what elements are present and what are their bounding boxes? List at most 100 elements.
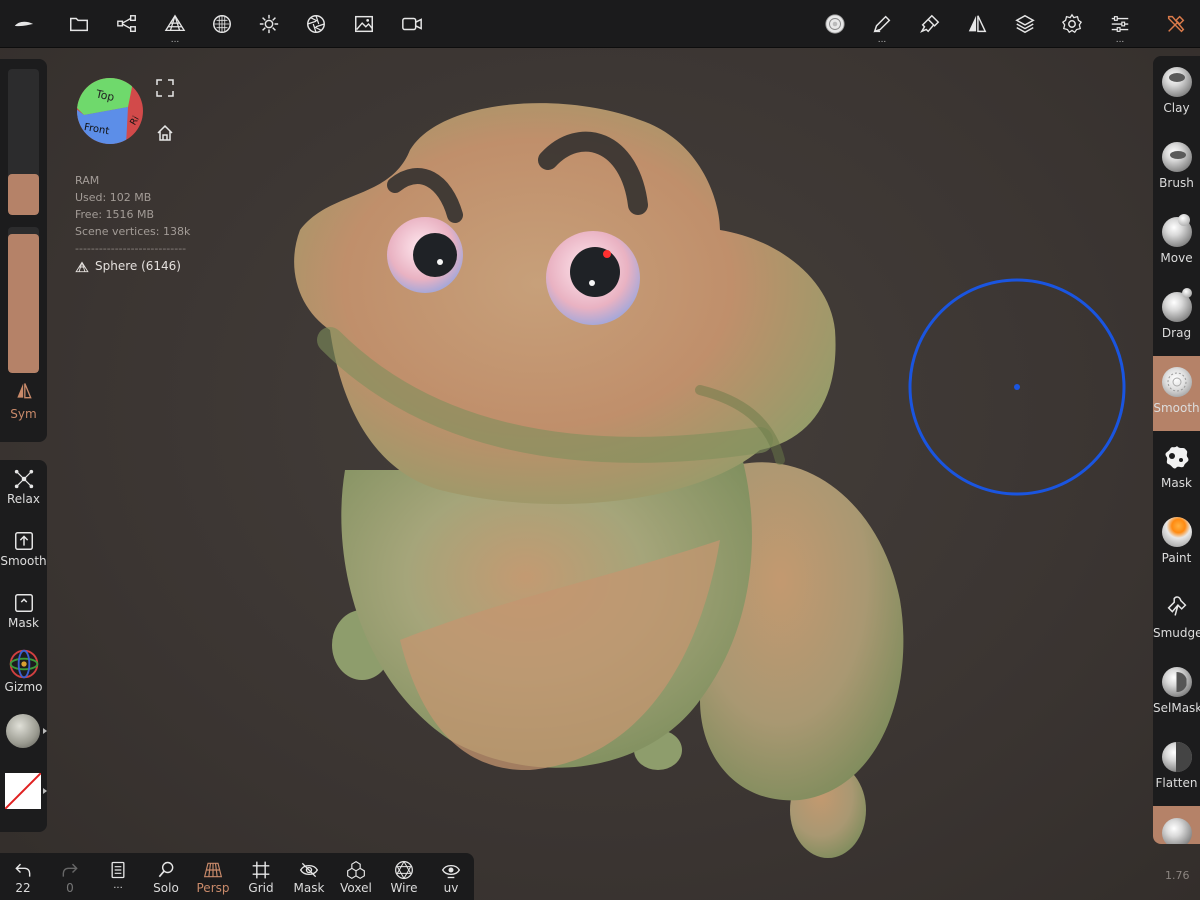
viewport-3d[interactable] [0, 0, 1200, 900]
interface-icon[interactable]: ... [1100, 0, 1140, 47]
solo-label: Solo [153, 881, 179, 895]
lighting-icon[interactable] [249, 0, 289, 47]
wire-button[interactable]: Wire [381, 853, 427, 900]
scene-icon[interactable] [107, 0, 147, 47]
drag-icon [1161, 288, 1192, 322]
voxel-label: Voxel [340, 881, 372, 895]
history-icon [111, 861, 125, 879]
tool-smooth[interactable]: Smooth [1153, 356, 1200, 431]
tool-move[interactable]: Move [1153, 206, 1200, 281]
tool-label: Brush [1159, 176, 1194, 190]
flatten-icon [1161, 742, 1192, 772]
background-icon[interactable] [344, 0, 384, 47]
grid-label: Grid [248, 881, 274, 895]
brush-icon [1161, 142, 1192, 172]
smooth-button[interactable]: Smooth [0, 522, 47, 580]
tool-label: Clay [1163, 101, 1190, 115]
more-dots: ... [170, 35, 180, 45]
quick-tools-panel: Relax Smooth Mask Gizmo [0, 460, 47, 832]
voxel-icon [347, 860, 365, 880]
grid-button[interactable]: Grid [238, 853, 284, 900]
gizmo-button[interactable]: Gizmo [0, 646, 47, 704]
grid-icon [252, 861, 270, 879]
current-tool-icon[interactable] [815, 0, 855, 47]
history-button[interactable]: ... [95, 853, 141, 900]
logo-icon[interactable] [4, 0, 44, 47]
more-dots: ... [113, 880, 123, 891]
mask-visibility-icon [299, 862, 319, 878]
layers-icon[interactable] [1005, 0, 1045, 47]
tool-label: Mask [1161, 476, 1192, 490]
tool-drag[interactable]: Drag [1153, 281, 1200, 356]
tools-icon[interactable] [1156, 0, 1196, 47]
tool-smudge[interactable]: Smudge [1153, 581, 1200, 656]
persp-button[interactable]: Persp [190, 853, 236, 900]
gizmo-label: Gizmo [4, 680, 43, 694]
symmetry-toggle[interactable]: Sym [0, 381, 47, 421]
sym-label: Sym [10, 407, 37, 421]
redo-icon [62, 863, 78, 877]
tool-label: Move [1160, 251, 1193, 265]
mask-visibility-button[interactable]: Mask [286, 853, 332, 900]
topology-icon[interactable]: ... [155, 0, 195, 47]
fullscreen-icon[interactable] [156, 79, 174, 97]
smooth-brush-icon [1161, 367, 1192, 397]
more-tool-icon [1161, 818, 1192, 844]
sculpt-tools-panel: Clay Brush Move Drag Smooth Mask Paint S… [1153, 56, 1200, 844]
tool-brush[interactable]: Brush [1153, 131, 1200, 206]
smooth-label: Smooth [0, 554, 47, 568]
settings-icon[interactable] [1052, 0, 1092, 47]
paint-icon [1161, 517, 1192, 547]
scene-vertices: Scene vertices: 138k [75, 225, 191, 238]
intensity-slider[interactable] [8, 227, 39, 373]
mask-icon [14, 594, 33, 612]
solo-icon [158, 861, 174, 878]
mask-button[interactable]: Mask [0, 584, 47, 642]
relax-button[interactable]: Relax [0, 460, 47, 518]
ram-used: Used: 102 MB [75, 191, 152, 204]
persp-icon [203, 862, 223, 878]
tool-more[interactable] [1153, 806, 1200, 844]
radius-slider-fill [8, 174, 39, 215]
material-icon[interactable] [202, 0, 242, 47]
tool-label: Flatten [1155, 776, 1198, 790]
smooth-icon [14, 532, 33, 550]
tool-paint[interactable]: Paint [1153, 506, 1200, 581]
view-cube[interactable]: Top Front Ri [76, 77, 144, 145]
wire-label: Wire [390, 881, 418, 895]
files-icon[interactable] [59, 0, 99, 47]
no-color-icon [5, 773, 41, 809]
tool-selmask[interactable]: SelMask [1153, 656, 1200, 731]
tool-label: Drag [1161, 326, 1192, 340]
uv-button[interactable]: uv [428, 853, 474, 900]
sculpt-model[interactable] [0, 0, 1200, 900]
undo-button[interactable]: 22 [0, 853, 46, 900]
voxel-button[interactable]: Voxel [333, 853, 379, 900]
symmetry-small-icon [16, 383, 32, 399]
relax-icon [14, 469, 33, 489]
info-separator: ---------------------------- [75, 242, 187, 255]
mask-splat-icon [1165, 446, 1188, 469]
home-view-icon[interactable] [156, 124, 174, 142]
object-name[interactable]: Sphere (6146) [95, 258, 181, 275]
tool-mask[interactable]: Mask [1153, 431, 1200, 506]
wire-icon [395, 860, 413, 880]
ram-label: RAM [75, 174, 100, 187]
redo-button[interactable]: 0 [47, 853, 93, 900]
matcap-preview[interactable] [6, 714, 40, 748]
camera-icon[interactable] [296, 0, 336, 47]
color-swatch[interactable] [5, 773, 41, 809]
stroke-icon[interactable]: ... [862, 0, 902, 47]
app-version: 1.76 [1165, 869, 1190, 882]
symmetry-icon[interactable] [957, 0, 997, 47]
video-icon[interactable] [392, 0, 432, 47]
solo-button[interactable]: Solo [143, 853, 189, 900]
tool-label: Smudge [1153, 626, 1200, 640]
uv-icon [441, 864, 461, 879]
tool-clay[interactable]: Clay [1153, 56, 1200, 131]
undo-count: 22 [15, 881, 31, 895]
tool-flatten[interactable]: Flatten [1153, 731, 1200, 806]
painting-icon[interactable] [910, 0, 950, 47]
radius-slider[interactable] [8, 69, 39, 215]
selmask-icon [1161, 667, 1192, 697]
